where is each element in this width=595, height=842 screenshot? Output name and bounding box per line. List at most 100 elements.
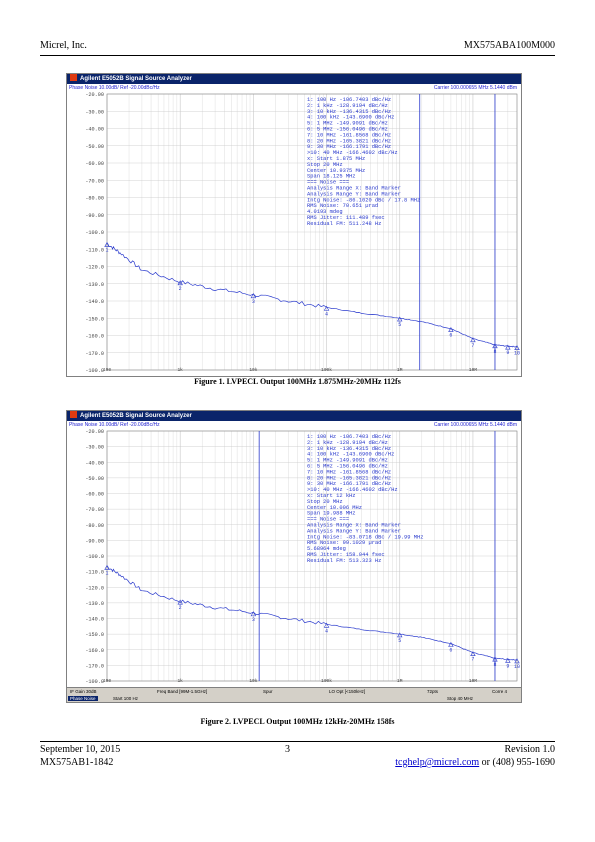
status-freq-band[interactable]: Freq Band [99M-1.5GHz] [157, 689, 207, 694]
y-tick-label: -80.00 [85, 523, 104, 529]
y-tick-label: -100.0 [85, 679, 104, 685]
phase-noise-trace [106, 566, 518, 661]
status-bar-2: Phase Noise Start 100 Hz Stop 40 MHz [67, 695, 521, 702]
y-tick-label: -50.00 [85, 476, 104, 482]
header-company: Micrel, Inc. [40, 40, 87, 51]
footer-revision: Revision 1.0 [504, 744, 555, 755]
y-tick-label: -60.00 [85, 161, 104, 167]
y-tick-label: -20.00 [85, 92, 104, 98]
marker-label: 4 [325, 628, 328, 634]
marker-label: 4 [325, 311, 328, 317]
y-tick-label: -70.00 [85, 507, 104, 513]
status-if-gain[interactable]: IF Gain 30dB [70, 689, 97, 694]
y-tick-label: -120.0 [85, 265, 104, 271]
y-tick-label: -150.0 [85, 316, 104, 322]
x-tick-label: 1k [177, 367, 183, 373]
y-tick-label: -90.00 [85, 213, 104, 219]
integration-result-row: Residual FM: 511.248 Hz [307, 221, 381, 227]
phase-noise-chart: -20.00 -30.00 -40.00 -50.00 -60.00 -70.00 -80.… [85, 92, 520, 374]
analyzer-window-2: Agilent E5052B Signal Source Analyzer Ph… [66, 410, 522, 703]
y-tick-label: -70.00 [85, 178, 104, 184]
x-tick-label: 100k [321, 367, 332, 373]
marker-label: 5 [398, 322, 401, 328]
y-tick-label: -110.0 [85, 247, 104, 253]
y-tick-label: -40.00 [85, 460, 104, 466]
x-tick-label: 10k [249, 678, 257, 684]
footer-page-number: 3 [285, 744, 290, 755]
y-tick-label: -60.00 [85, 492, 104, 498]
footer-rule [40, 741, 555, 742]
marker-label: 3 [252, 617, 255, 623]
window-title: Agilent E5052B Signal Source Analyzer [80, 413, 192, 419]
start-frequency[interactable]: Start 100 Hz [113, 696, 138, 701]
marker-label: 7 [471, 343, 474, 349]
y-tick-label: -30.00 [85, 109, 104, 115]
marker-label: 9 [506, 663, 509, 669]
y-tick-label: -50.00 [85, 144, 104, 150]
y-tick-label: -140.0 [85, 299, 104, 305]
phase-noise-mode-tab[interactable]: Phase Noise [68, 696, 98, 701]
y-tick-label: -150.0 [85, 632, 104, 638]
marker-label: 1 [105, 570, 108, 576]
agilent-logo-icon [70, 411, 77, 419]
status-correction: Corre 4 [492, 689, 508, 694]
support-email-link[interactable]: tcghelp@micrel.com [395, 757, 479, 768]
figure-2-caption: Figure 2. LVPECL Output 100MHz 12kHz-20M… [200, 717, 395, 726]
y-tick-label: -20.00 [85, 429, 104, 435]
marker-label: 10 [514, 351, 520, 357]
y-tick-label: -100.0 [85, 554, 104, 560]
x-tick-label: 10k [249, 367, 257, 373]
x-tick-label: 100 [103, 678, 111, 684]
status-points: 72pts [427, 689, 439, 694]
footer-date: September 10, 2015 [40, 744, 121, 755]
marker-label: 3 [252, 299, 255, 305]
window-titlebar: Agilent E5052B Signal Source Analyzer [67, 74, 521, 84]
marker-label: 1 [105, 248, 108, 254]
marker-label: 6 [449, 648, 452, 654]
y-tick-label: -130.0 [85, 282, 104, 288]
phase-noise-panel: Phase Noise 10.00dB/ Ref -20.00dBc/Hz Ca… [67, 84, 521, 376]
y-tick-label: -160.0 [85, 334, 104, 340]
y-tick-label: -130.0 [85, 601, 104, 607]
marker-label: 10 [514, 664, 520, 670]
marker-label: 2 [179, 286, 182, 292]
window-titlebar: Agilent E5052B Signal Source Analyzer [67, 411, 521, 421]
footer-contact: tcghelp@micrel.com or (408) 955-1690 [395, 757, 555, 768]
integration-result-row: Residual FM: 513.323 Hz [307, 558, 381, 564]
marker-label: 8 [493, 349, 496, 355]
support-phone: or (408) 955-1690 [479, 757, 555, 768]
marker-label: 5 [398, 638, 401, 644]
y-tick-label: -140.0 [85, 617, 104, 623]
y-tick-label: -160.0 [85, 648, 104, 654]
marker-label: 2 [179, 605, 182, 611]
phase-noise-chart: -20.00 -30.00 -40.00 -50.00 -60.00 -70.00 -80.… [85, 429, 520, 685]
y-tick-label: -90.00 [85, 538, 104, 544]
window-title: Agilent E5052B Signal Source Analyzer [80, 76, 192, 82]
x-tick-label: 10M [469, 678, 477, 684]
x-tick-label: 1k [177, 678, 183, 684]
y-tick-label: -170.0 [85, 663, 104, 669]
marker-label: 9 [506, 350, 509, 356]
x-tick-label: 1M [397, 678, 403, 684]
marker-label: 7 [471, 657, 474, 663]
stop-frequency[interactable]: Stop 40 MHz [447, 696, 473, 701]
y-tick-label: -120.0 [85, 585, 104, 591]
x-tick-label: 100k [321, 678, 332, 684]
x-tick-label: 1M [397, 367, 403, 373]
phase-noise-panel: Phase Noise 10.00dB/ Ref -20.00dBc/Hz Ca… [67, 421, 521, 687]
phase-noise-trace [106, 243, 518, 348]
footer-doc-number: MX575AB1-1842 [40, 757, 114, 768]
y-tick-label: -30.00 [85, 445, 104, 451]
y-tick-label: -110.0 [85, 570, 104, 576]
header-part-number: MX575ABA100M000 [463, 40, 555, 51]
marker-label: 6 [449, 333, 452, 339]
status-bar-1: IF Gain 30dB Freq Band [99M-1.5GHz] Spur… [67, 687, 521, 695]
y-tick-label: -80.00 [85, 196, 104, 202]
y-tick-label: -170.0 [85, 351, 104, 357]
status-lo-opt[interactable]: LO Opt [<150kHz] [329, 689, 365, 694]
y-tick-label: -40.00 [85, 127, 104, 133]
header-rule [40, 55, 555, 56]
status-spur[interactable]: Spur [263, 689, 273, 694]
analyzer-window-1: Agilent E5052B Signal Source Analyzer Ph… [66, 73, 522, 377]
y-tick-label: -100.0 [85, 368, 104, 374]
